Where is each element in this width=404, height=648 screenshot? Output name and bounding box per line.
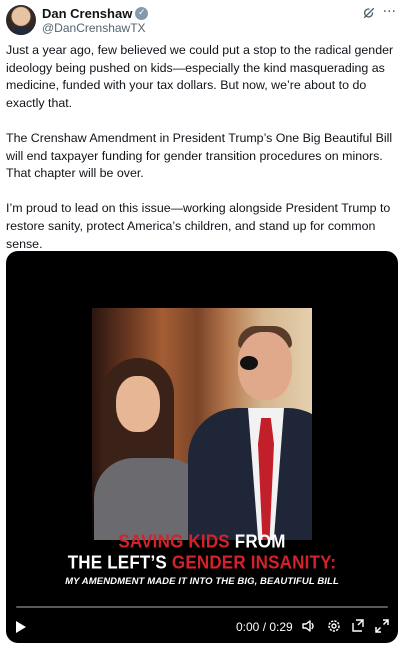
verified-badge-icon: ✓: [135, 7, 149, 20]
tweet-paragraph: Just a year ago, few believed we could p…: [6, 43, 394, 110]
video-player[interactable]: SAVING KIDS FROM THE LEFT’S GENDER INSAN…: [6, 251, 398, 643]
caption-red-text: SAVING KIDS: [118, 531, 230, 552]
caption-white-text: FROM: [229, 531, 286, 552]
author-handle[interactable]: @DanCrenshawTX: [42, 21, 146, 35]
tweet: Dan Crenshaw ✓ @DanCrenshawTX ··· Just a…: [0, 0, 404, 648]
pip-icon[interactable]: [350, 618, 366, 634]
grok-icon[interactable]: [362, 6, 376, 20]
caption-red-text: GENDER INSANITY:: [171, 552, 337, 573]
settings-icon[interactable]: [326, 618, 342, 634]
more-options-icon[interactable]: ···: [383, 4, 396, 20]
tweet-paragraph: I’m proud to lead on this issue—working …: [6, 201, 391, 251]
video-subcaption: MY AMENDMENT MADE IT INTO THE BIG, BEAUT…: [65, 576, 339, 587]
volume-icon[interactable]: [301, 618, 317, 634]
fullscreen-icon[interactable]: [374, 618, 390, 634]
video-caption-line2: THE LEFT’S GENDER INSANITY:: [6, 552, 398, 574]
tweet-text: Just a year ago, few believed we could p…: [6, 42, 398, 271]
name-row: Dan Crenshaw ✓: [42, 6, 149, 21]
tweet-paragraph: The Crenshaw Amendment in President Trum…: [6, 130, 393, 181]
avatar[interactable]: [6, 5, 36, 35]
video-caption-line1: SAVING KIDS FROM: [6, 531, 398, 553]
video-time: 0:00 / 0:29: [236, 620, 293, 634]
caption-white-text: THE LEFT’S: [67, 552, 172, 573]
author-name[interactable]: Dan Crenshaw: [42, 6, 132, 21]
video-progress-bar[interactable]: [16, 606, 388, 608]
video-controls: 0:00 / 0:29: [6, 616, 398, 638]
video-thumbnail: [92, 308, 312, 540]
tweet-header: Dan Crenshaw ✓ @DanCrenshawTX ···: [6, 4, 398, 35]
play-icon[interactable]: [16, 621, 26, 633]
